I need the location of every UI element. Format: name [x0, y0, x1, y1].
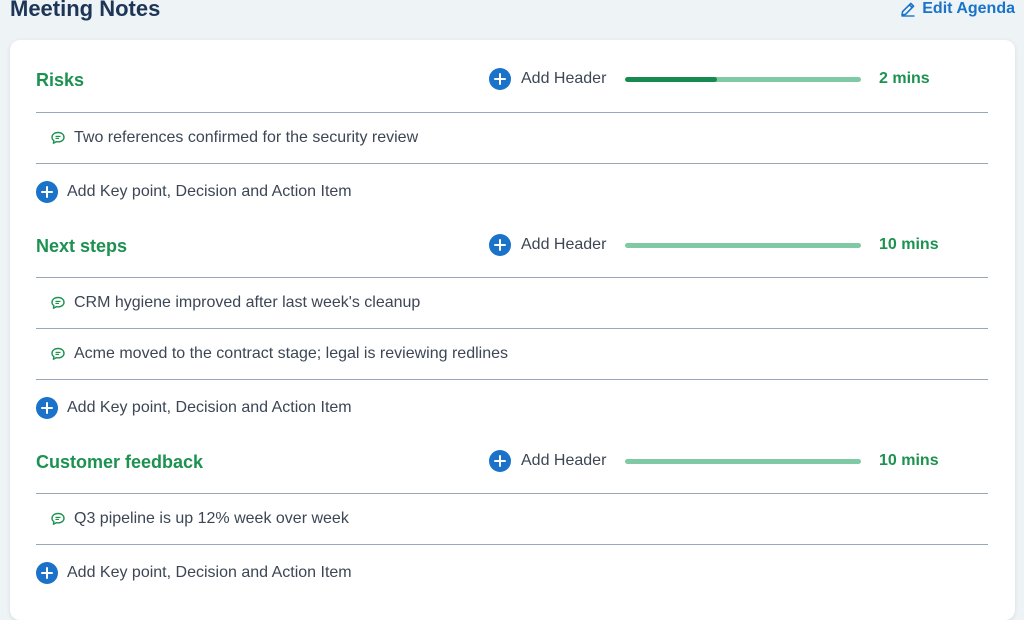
add-header-button[interactable]: Add Header: [489, 450, 606, 472]
agenda-section: Next steps Add Header 10 mins CRM hygien…: [36, 206, 988, 435]
comment-icon: [51, 512, 65, 525]
note-text: Two references confirmed for the securit…: [74, 129, 419, 146]
agenda-section: Risks Add Header 2 mins Two references c…: [36, 40, 988, 219]
time-progress-fill: [625, 77, 718, 82]
plus-circle-icon: [489, 450, 511, 472]
section-duration: 2 mins: [879, 70, 930, 87]
note-item[interactable]: CRM hygiene improved after last week's c…: [36, 277, 988, 328]
meeting-notes-card: Risks Add Header 2 mins Two references c…: [10, 40, 1015, 620]
plus-circle-icon: [36, 180, 58, 203]
add-header-label: Add Header: [521, 452, 607, 469]
note-text: CRM hygiene improved after last week's c…: [74, 294, 421, 311]
plus-circle-icon: [489, 234, 511, 256]
add-key-point-label: Add Key point, Decision and Action Item: [67, 398, 352, 416]
add-header-label: Add Header: [521, 70, 607, 87]
time-progress-bar: [625, 459, 861, 464]
section-header: Customer feedback Add Header 10 mins: [36, 422, 988, 493]
add-key-point-button[interactable]: Add Key point, Decision and Action Item: [36, 544, 988, 600]
agenda-section: Customer feedback Add Header 10 mins Q3 …: [36, 422, 988, 600]
section-duration: 10 mins: [879, 452, 939, 469]
add-header-label: Add Header: [521, 236, 607, 253]
plus-circle-icon: [36, 396, 58, 419]
section-duration: 10 mins: [879, 236, 939, 253]
comment-icon: [51, 296, 65, 309]
pencil-icon: [901, 2, 915, 17]
comment-icon: [51, 347, 65, 360]
section-header: Next steps Add Header 10 mins: [36, 206, 988, 277]
plus-circle-icon: [489, 68, 511, 90]
add-header-button[interactable]: Add Header: [489, 68, 606, 90]
note-text: Q3 pipeline is up 12% week over week: [74, 510, 349, 527]
page-title: Meeting Notes: [10, 0, 161, 21]
edit-agenda-label: Edit Agenda: [922, 0, 1015, 17]
edit-agenda-button[interactable]: Edit Agenda: [900, 0, 1015, 18]
time-progress-bar: [625, 77, 861, 82]
add-key-point-label: Add Key point, Decision and Action Item: [67, 182, 352, 200]
note-item[interactable]: Two references confirmed for the securit…: [36, 112, 988, 163]
section-title: Next steps: [36, 236, 128, 256]
section-header: Risks Add Header 2 mins: [36, 40, 988, 112]
note-text: Acme moved to the contract stage; legal …: [74, 345, 508, 362]
add-header-button[interactable]: Add Header: [489, 234, 606, 256]
add-key-point-label: Add Key point, Decision and Action Item: [67, 563, 352, 581]
page-header: Meeting Notes Edit Agenda: [0, 0, 1024, 38]
note-item[interactable]: Acme moved to the contract stage; legal …: [36, 328, 988, 379]
section-title: Risks: [36, 70, 85, 90]
plus-circle-icon: [36, 561, 58, 584]
time-progress-bar: [625, 243, 861, 248]
comment-icon: [51, 131, 65, 144]
section-title: Customer feedback: [36, 452, 204, 472]
